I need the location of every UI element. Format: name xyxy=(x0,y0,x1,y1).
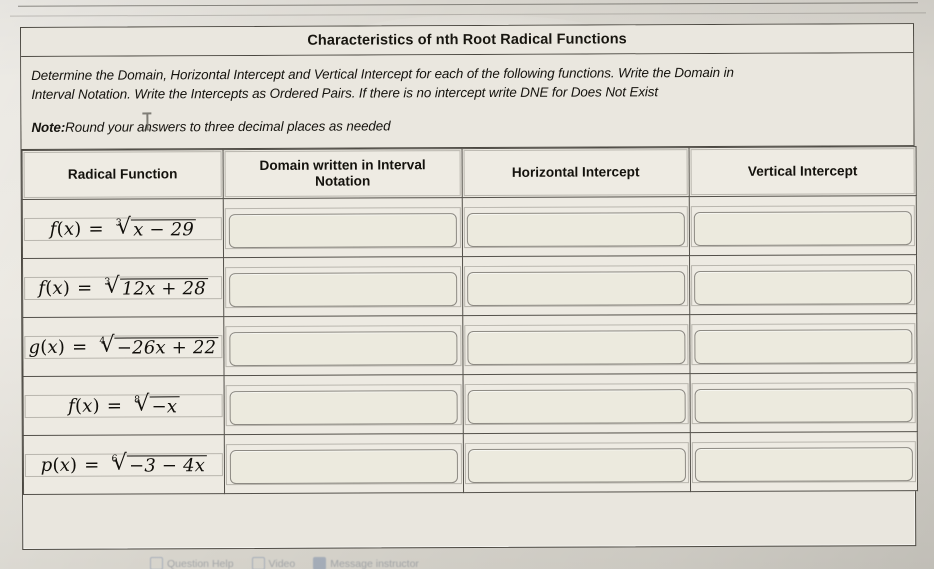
domain-input[interactable] xyxy=(229,271,458,307)
vertical-intercept-input[interactable] xyxy=(693,210,912,246)
table-row: p(x) = 6 √ −3 − 4x xyxy=(23,431,918,495)
radical-expression: 3 √ 12x + 28 xyxy=(101,273,208,300)
radical-function-cell: f(x) = 8 √ −x xyxy=(23,375,225,436)
instructions-line-2: Interval Notation. Write the Intercepts … xyxy=(31,84,659,102)
table-row: f(x) = 3 √ 12x + 28 xyxy=(22,254,917,318)
radicand: x − 29 xyxy=(131,219,197,241)
table-row: f(x) = 3 √ x − 29 xyxy=(22,195,917,259)
radical-function-cell: f(x) = 3 √ 12x + 28 xyxy=(22,257,224,318)
worksheet-title-bar: Characteristics of nth Root Radical Func… xyxy=(21,24,914,57)
function-name: g xyxy=(28,336,41,358)
characteristics-table: Radical Function Domain written in Inter… xyxy=(22,146,918,495)
radical-index: 3 xyxy=(104,276,111,288)
scan-artifact-line xyxy=(18,2,918,7)
domain-input-cell xyxy=(223,315,464,376)
vertical-intercept-input[interactable] xyxy=(694,269,913,305)
table-row: g(x) = 4 √ −26x + 22 xyxy=(22,313,918,377)
radical-function-cell: f(x) = 3 √ x − 29 xyxy=(22,198,224,259)
horizontal-intercept-input[interactable] xyxy=(467,447,686,483)
function-argument: x xyxy=(82,395,93,417)
function-argument: x xyxy=(59,454,71,476)
domain-input[interactable] xyxy=(229,389,458,425)
horizontal-intercept-input-cell xyxy=(463,432,691,493)
radical-expression: 8 √ −x xyxy=(131,391,180,418)
function-name: p xyxy=(40,454,53,476)
radicand: −26x + 22 xyxy=(114,337,219,359)
function-formula: g(x) = 4 √ −26x + 22 xyxy=(28,332,219,359)
header-label: Domain written in Interval Notation xyxy=(259,156,426,189)
domain-input[interactable] xyxy=(228,212,457,248)
page-title: Characteristics of nth Root Radical Func… xyxy=(307,31,627,49)
table-header-row: Radical Function Domain written in Inter… xyxy=(22,146,917,200)
function-formula: f(x) = 3 √ x − 29 xyxy=(49,214,197,241)
horizontal-intercept-input-cell xyxy=(462,314,691,375)
horizontal-intercept-input-cell xyxy=(462,196,690,257)
vertical-intercept-input-cell xyxy=(689,313,918,374)
horizontal-intercept-input[interactable] xyxy=(467,270,686,306)
horizontal-intercept-input-cell xyxy=(463,373,691,434)
header-label: Horizontal Intercept xyxy=(511,164,640,180)
horizontal-intercept-input[interactable] xyxy=(466,211,685,247)
column-header-horizontal-intercept: Horizontal Intercept xyxy=(462,147,690,198)
radicand: −3 − 4x xyxy=(126,455,208,477)
domain-input[interactable] xyxy=(229,448,458,484)
table-row: f(x) = 8 √ −x xyxy=(23,372,918,436)
radical-expression: 4 √ −26x + 22 xyxy=(96,332,219,359)
header-label: Vertical Intercept xyxy=(747,163,858,179)
radical-index: 3 xyxy=(115,217,123,229)
worksheet-panel: Characteristics of nth Root Radical Func… xyxy=(20,23,918,550)
vertical-intercept-input[interactable] xyxy=(694,446,913,482)
vertical-intercept-input-cell xyxy=(689,195,917,256)
domain-input-cell xyxy=(224,433,464,494)
note-line: Note:Round your answers to three decimal… xyxy=(31,114,903,137)
domain-input-cell xyxy=(224,374,464,435)
column-header-domain: Domain written in Interval Notation xyxy=(223,148,463,199)
horizontal-intercept-input-cell xyxy=(462,255,690,316)
domain-input-cell xyxy=(223,256,463,317)
scan-artifact-line xyxy=(10,12,926,17)
domain-input[interactable] xyxy=(229,330,458,366)
radical-function-cell: g(x) = 4 √ −26x + 22 xyxy=(22,316,225,377)
function-formula: f(x) = 3 √ 12x + 28 xyxy=(38,273,208,300)
horizontal-intercept-input[interactable] xyxy=(467,388,686,424)
vertical-intercept-input-cell xyxy=(690,431,918,492)
vertical-intercept-input-cell xyxy=(690,372,918,433)
function-formula: f(x) = 8 √ −x xyxy=(68,391,180,418)
vertical-intercept-input[interactable] xyxy=(694,387,913,423)
header-label: Radical Function xyxy=(67,166,178,182)
radicand: 12x + 28 xyxy=(119,278,208,300)
function-argument: x xyxy=(47,336,58,358)
vertical-intercept-input-cell xyxy=(689,254,917,315)
function-argument: x xyxy=(63,218,75,240)
instructions-block: Determine the Domain, Horizontal Interce… xyxy=(21,53,914,151)
radicand: −x xyxy=(149,396,180,418)
radical-index: 6 xyxy=(111,453,118,465)
vertical-intercept-input[interactable] xyxy=(694,328,913,364)
table-body: f(x) = 3 √ x − 29 f(x) = 3 √ 12x + 28 g(x) = 4 √ −26x … xyxy=(22,195,918,495)
function-formula: p(x) = 6 √ −3 − 4x xyxy=(40,450,208,477)
note-text: Round your answers to three decimal plac… xyxy=(65,118,391,135)
note-label: Note: xyxy=(31,119,66,136)
function-argument: x xyxy=(52,277,63,299)
radical-index: 4 xyxy=(99,335,106,347)
radical-expression: 6 √ −3 − 4x xyxy=(109,450,208,477)
radical-function-cell: p(x) = 6 √ −3 − 4x xyxy=(23,434,225,495)
column-header-vertical-intercept: Vertical Intercept xyxy=(689,146,917,197)
radical-expression: 3 √ x − 29 xyxy=(113,214,197,241)
horizontal-intercept-input[interactable] xyxy=(467,329,686,365)
column-header-radical-function: Radical Function xyxy=(22,149,224,200)
domain-input-cell xyxy=(223,197,463,258)
radical-index: 8 xyxy=(134,394,141,406)
